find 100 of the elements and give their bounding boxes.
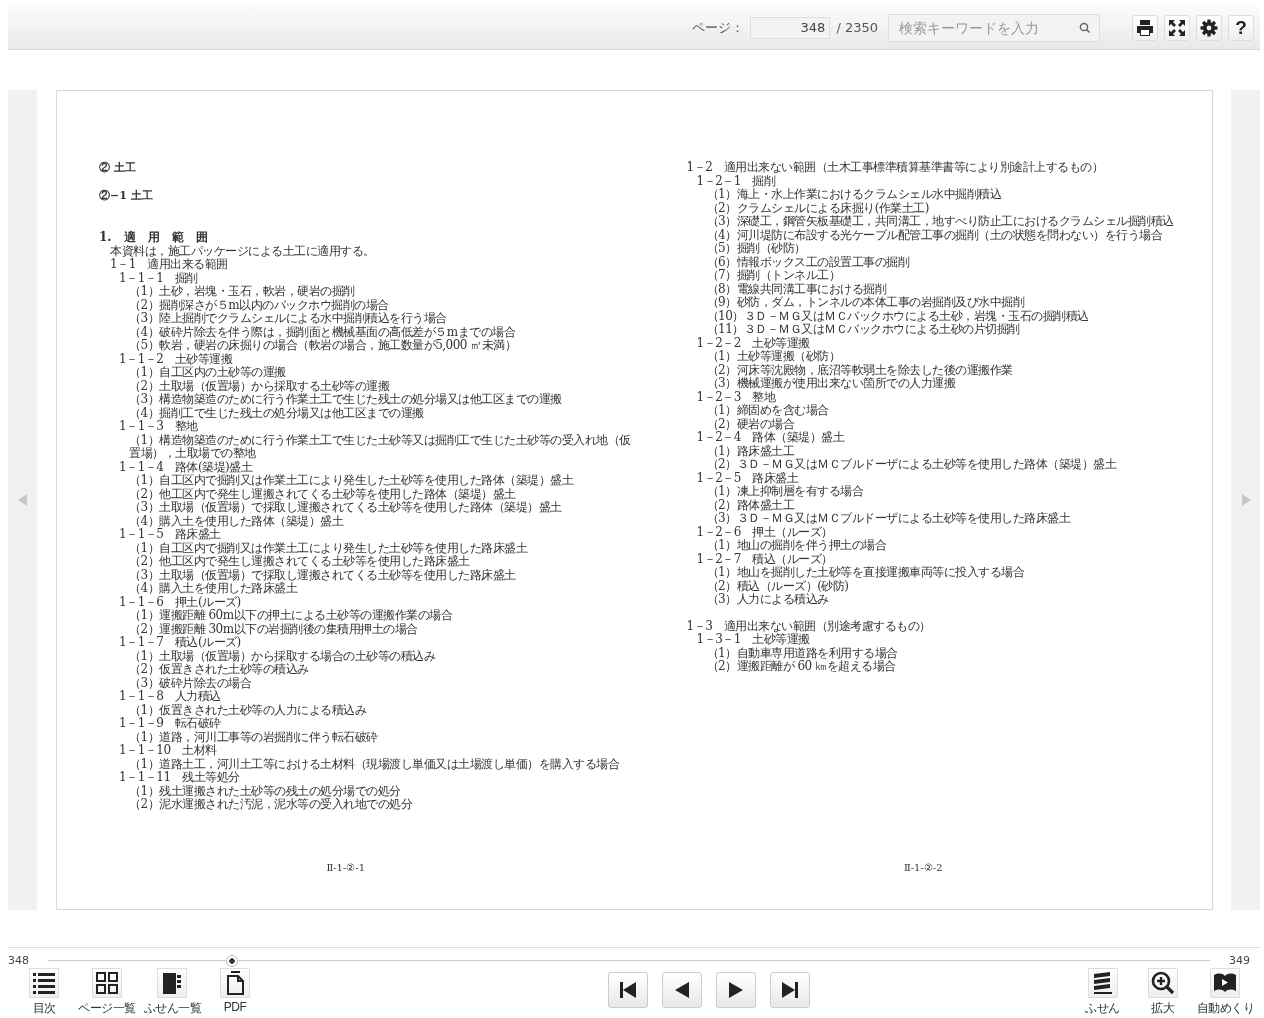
next-page-button[interactable]	[715, 972, 756, 1008]
outline-text: （2）運搬距離 30m以下の岩掘削後の集積用押土の場合	[129, 621, 418, 636]
outline-text: （7）掘削（トンネル工）	[706, 268, 841, 282]
search-icon	[1079, 21, 1091, 34]
outline-text: （1）自動車専用道路を利用する場合	[706, 645, 898, 660]
section-title: 1. 適 用 範 囲	[99, 231, 209, 245]
sticky-button[interactable]: ふせん	[1076, 968, 1129, 1017]
last-page-button[interactable]	[769, 972, 810, 1008]
outline-text: （3）３Ｄ－ＭＧ又はＭＣブルドーザによる土砂等を使用した路床盛土	[706, 511, 1071, 525]
outline-text: 1－1－10 土材料	[119, 743, 217, 758]
outline-text: （1）土取場（仮置場）から採取する場合の土砂等の積込み	[129, 648, 436, 663]
outline-text: （9）砂防，ダム，トンネルの本体工事の岩掘削及び水中掘削	[706, 295, 1025, 309]
outline-text: （5）軟岩，硬岩の床掘りの場合（軟岩の場合，施工数量が5,000 ㎥未満）	[129, 338, 517, 353]
current-page-number: 348	[7, 954, 30, 967]
outline-text: （1）道路，河川工事等の岩掘削に伴う転石破砕	[129, 729, 378, 744]
outline-text: （2）掘削深さが５m以内のバックホウ掘削の場合	[129, 297, 389, 312]
outline-text: （3）構造物築造のために行う作業土工で生じた残土の処分場又は他工区までの運搬	[129, 392, 562, 407]
section-heading: ②−1 土工	[99, 189, 154, 204]
zoom-button[interactable]: 拡大	[1136, 968, 1189, 1017]
outline-text: （2）路体盛土工	[706, 497, 795, 512]
autoplay-button[interactable]: 自動めくり	[1196, 968, 1254, 1017]
outline-text: 1－1－4 路体(築堤)盛土	[119, 459, 253, 474]
outline-text: （1）自工区内の土砂等の運搬	[129, 365, 286, 380]
settings-button[interactable]	[1196, 14, 1222, 41]
page-slider[interactable]	[48, 954, 1210, 967]
search-field[interactable]: 検索キーワードを入力	[888, 13, 1100, 42]
outline-text: （1）自工区内で掘削又は作業土工により発生した土砂等を使用した路体（築堤）盛土	[129, 473, 574, 488]
outline-text: （1）締固めを含む場合	[706, 403, 829, 417]
outline-text: （2）３Ｄ－ＭＧ又はＭＣブルドーザによる土砂等を使用した路体（築堤）盛土	[706, 457, 1117, 471]
outline-text: （3）深礎工，鋼管矢板基礎工，共同溝工，地すべり防止工におけるクラムシェル掘削積込	[706, 214, 1174, 228]
grid-icon	[91, 968, 122, 998]
outline-text: （3）土取場（仮置場）で採取し運搬されてくる土砂等を使用した路体（築堤）盛土	[129, 500, 562, 515]
outline-text: （2）河床等沈殿物，底沼等軟弱土を除去した後の運搬作業	[706, 362, 1013, 377]
outline-text: 1－1－7 積込(ルーズ)	[119, 635, 241, 650]
outline-text: （6）情報ボックス工の設置工事の掘削	[706, 254, 910, 269]
outline-text: （2）他工区内で発生し運搬されてくる土砂等を使用した路床盛土	[129, 554, 470, 569]
book-tabs-icon	[157, 968, 188, 998]
page-label: ページ：	[692, 18, 745, 37]
outline-text: （3）機械運搬が使用出来ない箇所での人力運搬	[706, 376, 956, 390]
outline-text: （3）土取場（仮置場）で採取し運搬されてくる土砂等を使用した路床盛土	[129, 567, 516, 582]
last-page-number: 349	[1228, 954, 1250, 967]
skip-back-icon	[618, 981, 637, 999]
sticky-list-button[interactable]: ふせん一覧	[143, 968, 201, 1017]
skip-forward-icon	[780, 981, 799, 999]
outline-text: （3）陸上掘削でクラムシェルによる水中掘削積込を行う場合	[129, 311, 447, 326]
outline-text: （4）破砕片除去を伴う際は，掘削面と機械基面の高低差が５mまでの場合	[129, 324, 515, 339]
right-arrow-icon	[1240, 494, 1251, 506]
outline-text: 1－2－4 路体（築堤）盛土	[696, 430, 845, 444]
document-icon	[220, 968, 250, 998]
outline-text: 本資料は，施工パッケージによる土工に適用する。	[110, 243, 375, 258]
fullscreen-button[interactable]	[1164, 14, 1190, 41]
outline-text: 1－2－2 土砂等運搬	[696, 335, 810, 350]
help-button[interactable]: ?	[1228, 14, 1254, 41]
book-play-icon	[1210, 968, 1241, 998]
zoom-in-icon	[1147, 968, 1178, 998]
outline-text: （4）掘削工で生じた残土の処分場又は他工区までの運搬	[129, 405, 424, 420]
settings-icon	[1199, 17, 1219, 38]
outline-text: 1－1－11 残土等処分	[119, 770, 240, 785]
page-number-field[interactable]: 348	[750, 16, 831, 39]
outline-text: （1）凍上抑制層を有する場合	[706, 484, 864, 498]
pdf-button[interactable]: PDF	[209, 968, 261, 1017]
outline-text: 1－2－7 積込（ルーズ）	[696, 551, 833, 566]
outline-text: （1）構造物築造のために行う作業土工で生じた土砂等又は掘削工で生じた土砂等の受入れ地（仮置場），土取場での整地	[129, 432, 631, 461]
outline-text: 1－3 適用出来ない範囲（別途考慮するもの）	[686, 618, 931, 633]
printer-icon	[1135, 17, 1155, 38]
outline-text: 1－1－9 転石破砕	[119, 716, 221, 731]
section-heading: ② 土工	[99, 161, 137, 176]
outline-text: （3）人力による積込み	[706, 592, 829, 606]
thumbnails-button[interactable]: ページ一覧	[78, 968, 136, 1017]
page-number: Ⅱ-1-②-1	[325, 862, 367, 873]
outline-text: （4）購入土を使用した路体（築堤）盛土	[129, 513, 344, 528]
left-arrow-icon	[17, 494, 28, 506]
sticky-notes-icon	[1087, 968, 1118, 998]
outline-text: 1－3－1 土砂等運搬	[696, 632, 810, 646]
outline-text: 1－1 適用出来る範囲	[110, 257, 228, 272]
right-triangle-icon	[726, 981, 745, 999]
list-icon	[29, 968, 59, 998]
print-button[interactable]	[1132, 14, 1158, 41]
outline-text: 1－1－1 掘削	[119, 270, 198, 285]
outline-text: （10）３Ｄ－ＭＧ又はＭＣバックホウによる土砂，岩塊・玉石の掘削積込	[706, 308, 1089, 323]
slider-thumb[interactable]	[225, 954, 238, 967]
outline-text: （1）自工区内で掘削又は作業土工により発生した土砂等を使用した路床盛土	[129, 540, 528, 555]
toc-button[interactable]: 目次	[18, 968, 70, 1017]
outline-text: （1）地山を掘削した土砂等を直接運搬車両等に投入する場合	[706, 565, 1025, 579]
outline-text: 1－2－1 掘削	[696, 173, 776, 188]
outline-text: （1）道路土工，河川土工等における土材料（現場渡し単価又は土場渡し単価）を購入する場合	[129, 756, 620, 771]
first-page-button[interactable]	[607, 972, 648, 1008]
outline-text: （3）破砕片除去の場合	[129, 675, 252, 690]
outline-text: 1－1－5 路床盛土	[119, 527, 221, 542]
outline-text: （2）他工区内で発生し運搬されてくる土砂等を使用した路体（築堤）盛土	[129, 486, 516, 501]
outline-text: （1）地山の掘削を伴う押土の場合	[706, 538, 887, 552]
outline-text: （1）土砂等運搬（砂防）	[706, 349, 841, 363]
prev-page-button[interactable]	[661, 972, 702, 1008]
outline-text: （1）路床盛土工	[706, 443, 795, 458]
outline-text: （2）仮置きされた土砂等の積込み	[129, 662, 309, 677]
page-number: Ⅱ-1-②-2	[902, 862, 944, 873]
outline-text: （2）硬岩の場合	[706, 416, 795, 431]
outline-text: （1）仮置きされた土砂等の人力による積込み	[129, 702, 367, 717]
page-total: / 2350	[836, 20, 878, 35]
outline-text: （1）土砂，岩塊・玉石，軟岩，硬岩の掘削	[129, 284, 355, 299]
